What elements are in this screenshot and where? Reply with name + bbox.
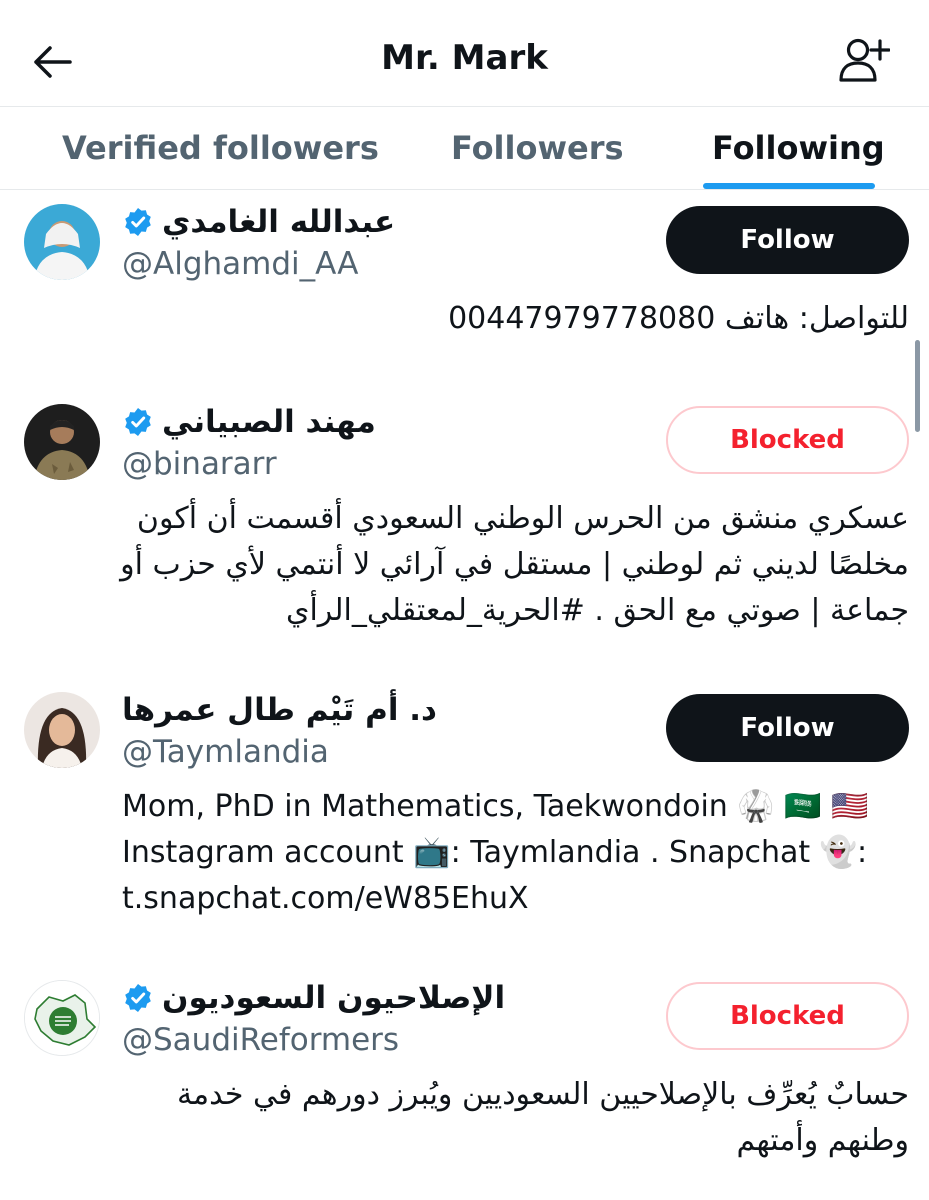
verified-badge-icon xyxy=(122,406,154,438)
top-bar: Mr. Mark xyxy=(0,0,929,106)
user-name[interactable]: الإصلاحيون السعوديون xyxy=(122,980,505,1016)
user-bio: للتواصل: هاتف 00447979778080 xyxy=(448,301,909,336)
user-name-text: الإصلاحيون السعوديون xyxy=(162,980,506,1016)
blocked-button[interactable]: Blocked xyxy=(666,982,909,1050)
user-name-text: مهند الصبياني xyxy=(162,404,376,440)
page-title: Mr. Mark xyxy=(381,38,548,78)
list-item[interactable]: الإصلاحيون السعوديون @SaudiReformers Blo… xyxy=(0,966,929,1200)
avatar[interactable] xyxy=(24,204,100,280)
user-handle[interactable]: @SaudiReformers xyxy=(122,1022,399,1058)
tab-followers[interactable]: Followers xyxy=(451,107,624,189)
user-name-text: عبدالله الغامدي xyxy=(162,204,396,240)
user-name[interactable]: عبدالله الغامدي xyxy=(122,204,395,240)
add-user-button[interactable] xyxy=(837,36,891,84)
avatar[interactable] xyxy=(24,980,100,1056)
user-bio: حسابٌ يُعرِّف بالإصلاحيين السعوديين ويُب… xyxy=(176,1077,909,1158)
list-item[interactable]: د. أم تَيْم طال عمرها @Taymlandia Follow… xyxy=(0,678,929,958)
list-item[interactable]: مهند الصبياني @binararr Blocked عسكري من… xyxy=(0,390,929,670)
person-plus-icon xyxy=(839,38,890,82)
avatar[interactable] xyxy=(24,692,100,768)
verified-badge-icon xyxy=(122,982,154,1014)
scrollbar[interactable] xyxy=(915,340,920,432)
list-item[interactable]: عبدالله الغامدي @Alghamdi_AA Follow للتو… xyxy=(0,190,929,370)
following-list: عبدالله الغامدي @Alghamdi_AA Follow للتو… xyxy=(0,190,929,1200)
avatar[interactable] xyxy=(24,404,100,480)
user-handle[interactable]: @Alghamdi_AA xyxy=(122,246,358,282)
user-name[interactable]: د. أم تَيْم طال عمرها xyxy=(122,692,437,728)
tab-verified-followers[interactable]: Verified followers xyxy=(62,107,379,189)
follow-button[interactable]: Follow xyxy=(666,206,909,274)
user-handle[interactable]: @binararr xyxy=(122,446,277,482)
user-handle[interactable]: @Taymlandia xyxy=(122,734,329,770)
blocked-button[interactable]: Blocked xyxy=(666,406,909,474)
user-bio: Mom, PhD in Mathematics, Taekwondoin 🥋 🇸… xyxy=(122,789,869,916)
follow-button[interactable]: Follow xyxy=(666,694,909,762)
tab-following[interactable]: Following xyxy=(712,107,885,189)
tab-bar: Verified followers Followers Following xyxy=(0,107,929,189)
verified-badge-icon xyxy=(122,206,154,238)
user-name[interactable]: مهند الصبياني xyxy=(122,404,376,440)
user-bio: عسكري منشق من الحرس الوطني السعودي أقسمت… xyxy=(120,501,909,628)
user-name-text: د. أم تَيْم طال عمرها xyxy=(122,692,437,728)
